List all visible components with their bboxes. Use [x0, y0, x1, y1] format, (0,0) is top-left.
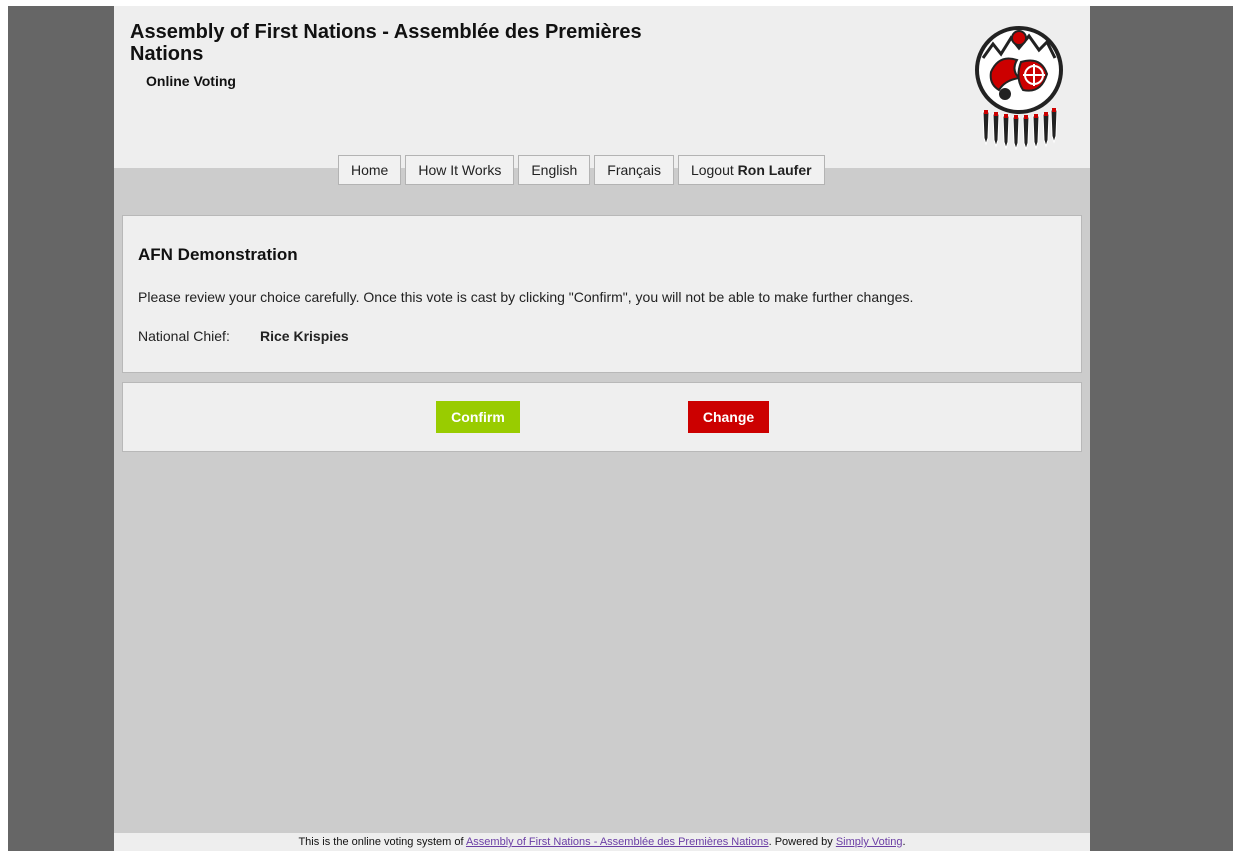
confirm-button[interactable]: Confirm — [436, 401, 520, 433]
election-title: AFN Demonstration — [138, 245, 298, 264]
footer: This is the online voting system of Asse… — [114, 833, 1090, 851]
nav-how-it-works[interactable]: How It Works — [405, 155, 515, 185]
change-button[interactable]: Change — [688, 401, 769, 433]
ballot-choice-row: National Chief: Rice Krispies — [138, 328, 349, 344]
position-label: National Chief: — [138, 328, 230, 344]
afn-emblem-icon — [971, 20, 1067, 151]
site-title: Assembly of First Nations - Assemblée de… — [130, 21, 642, 65]
footer-middle: . Powered by — [768, 836, 833, 848]
page-container: Assembly of First Nations - Assemblée de… — [114, 6, 1090, 851]
nav-home[interactable]: Home — [338, 155, 402, 185]
footer-prefix: This is the online voting system of — [298, 836, 464, 848]
selected-candidate: Rice Krispies — [260, 328, 349, 344]
footer-suffix: . — [902, 836, 906, 848]
site-subtitle: Online Voting — [146, 73, 236, 89]
header: Assembly of First Nations - Assemblée de… — [114, 6, 1090, 168]
footer-simply-voting-link[interactable]: Simply Voting — [836, 836, 903, 848]
logged-in-user-name: Ron Laufer — [737, 162, 812, 178]
main-nav: Home How It Works English Français Logou… — [338, 155, 825, 185]
nav-francais[interactable]: Français — [594, 155, 674, 185]
nav-logout[interactable]: Logout Ron Laufer — [677, 155, 825, 185]
footer-org-link[interactable]: Assembly of First Nations - Assemblée de… — [466, 836, 769, 848]
ballot-actions-panel: Confirm Change — [122, 382, 1082, 452]
logout-label: Logout — [690, 162, 734, 178]
ballot-review-panel: AFN Demonstration Please review your cho… — [122, 215, 1082, 373]
review-instruction: Please review your choice carefully. Onc… — [138, 289, 914, 305]
nav-english[interactable]: English — [518, 155, 591, 185]
